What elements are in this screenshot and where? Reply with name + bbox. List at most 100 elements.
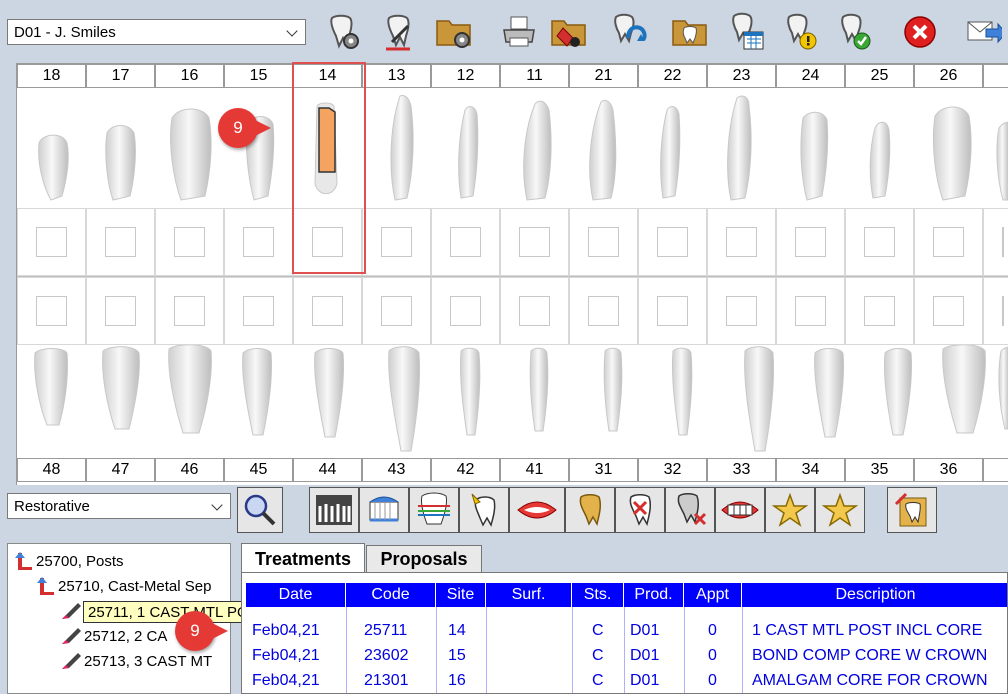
send-icon[interactable] — [960, 10, 1004, 54]
tooth-number-47[interactable]: 47 — [86, 458, 155, 482]
doctor-select[interactable]: D01 - J. Smiles — [7, 19, 306, 45]
column-header-site[interactable]: Site — [436, 583, 486, 607]
surface-cell[interactable] — [86, 277, 155, 345]
tooth-number-35[interactable]: 35 — [845, 458, 914, 482]
column-header-surf[interactable]: Surf. — [486, 583, 572, 607]
printer-icon[interactable] — [497, 10, 541, 54]
tree-item-25712[interactable]: 25712, 2 CA — [60, 625, 167, 647]
tooth-number-17[interactable]: 17 — [86, 64, 155, 88]
tooth-number-18[interactable]: 18 — [17, 64, 86, 88]
implant-button[interactable] — [459, 487, 509, 533]
tooth-number-34[interactable]: 34 — [776, 458, 845, 482]
surface-cell[interactable] — [500, 208, 569, 276]
column-header-appt[interactable]: Appt — [684, 583, 742, 607]
surface-cell[interactable] — [431, 277, 500, 345]
tooth-number-45[interactable]: 45 — [224, 458, 293, 482]
surface-cell[interactable] — [362, 208, 431, 276]
extraction-button[interactable] — [615, 487, 665, 533]
tooth-number-24[interactable]: 24 — [776, 64, 845, 88]
surface-cell[interactable] — [707, 208, 776, 276]
tooth-number-13[interactable]: 13 — [362, 64, 431, 88]
surface-cell[interactable] — [569, 277, 638, 345]
surface-cell[interactable] — [224, 208, 293, 276]
tooth-refresh-icon[interactable] — [605, 10, 649, 54]
tooth-warning-icon[interactable] — [778, 10, 822, 54]
column-header-description[interactable]: Description — [742, 583, 1007, 607]
chevron-down-icon[interactable] — [212, 499, 224, 511]
tooth-number-43[interactable]: 43 — [362, 458, 431, 482]
denture-button[interactable] — [359, 487, 409, 533]
tooth-number-41[interactable]: 41 — [500, 458, 569, 482]
column-header-prod[interactable]: Prod. — [624, 583, 684, 607]
tooth-number-25[interactable]: 25 — [845, 64, 914, 88]
surface-cell[interactable] — [776, 277, 845, 345]
surface-cell[interactable] — [17, 277, 86, 345]
surface-cell[interactable] — [569, 208, 638, 276]
tooth-number-21[interactable]: 21 — [569, 64, 638, 88]
tree-item-25711[interactable] — [60, 600, 84, 622]
folder-tooth-icon[interactable] — [668, 10, 712, 54]
tooth-number-11[interactable]: 11 — [500, 64, 569, 88]
tooth-number-26[interactable]: 26 — [914, 64, 983, 88]
ortho-button[interactable] — [409, 487, 459, 533]
tooth-number-12[interactable]: 12 — [431, 64, 500, 88]
tooth-note-button[interactable] — [887, 487, 937, 533]
tooth-number-44[interactable]: 44 — [293, 458, 362, 482]
surface-cell[interactable] — [638, 277, 707, 345]
tooth-number-15[interactable]: 15 — [224, 64, 293, 88]
surface-cell[interactable] — [983, 208, 1008, 276]
bridge-button[interactable] — [715, 487, 765, 533]
crown-button[interactable] — [565, 487, 615, 533]
tooth-check-icon[interactable] — [832, 10, 876, 54]
surface-cell[interactable] — [17, 208, 86, 276]
tooth-number-36[interactable]: 36 — [914, 458, 983, 482]
favorite-1-button[interactable] — [765, 487, 815, 533]
category-select[interactable]: Restorative — [7, 493, 231, 519]
surface-cell[interactable] — [638, 208, 707, 276]
tooth-number-46[interactable]: 46 — [155, 458, 224, 482]
chevron-down-icon[interactable] — [287, 25, 299, 37]
search-button[interactable] — [237, 487, 283, 533]
surface-cell[interactable] — [707, 277, 776, 345]
calendar-tooth-icon[interactable] — [724, 10, 768, 54]
surface-cell[interactable] — [776, 208, 845, 276]
tree-item-cast-metal[interactable]: 25710, Cast-Metal Sep — [36, 575, 211, 597]
tooth-number-48[interactable]: 48 — [17, 458, 86, 482]
column-header-date[interactable]: Date — [246, 583, 346, 607]
surface-cell[interactable] — [155, 277, 224, 345]
tab-proposals[interactable]: Proposals — [366, 545, 482, 573]
surface-cell[interactable] — [845, 208, 914, 276]
surface-cell[interactable] — [362, 277, 431, 345]
tooth-number-23[interactable]: 23 — [707, 64, 776, 88]
tab-treatments[interactable]: Treatments — [241, 543, 365, 574]
favorite-2-button[interactable] — [815, 487, 865, 533]
tooth-number-31[interactable]: 31 — [569, 458, 638, 482]
surface-cell[interactable] — [224, 277, 293, 345]
close-icon[interactable] — [898, 10, 942, 54]
lips-button[interactable] — [509, 487, 565, 533]
tooth-number-33[interactable]: 33 — [707, 458, 776, 482]
tooth-edit-icon[interactable] — [376, 10, 420, 54]
tree-item-posts[interactable]: 25700, Posts — [14, 550, 124, 572]
surface-cell[interactable] — [431, 208, 500, 276]
tooth-gear-icon[interactable] — [320, 10, 364, 54]
surface-cell[interactable] — [293, 277, 362, 345]
tooth-number-22[interactable]: 22 — [638, 64, 707, 88]
tooth-number-32[interactable]: 32 — [638, 458, 707, 482]
missing-tooth-button[interactable] — [665, 487, 715, 533]
folder-gear-icon[interactable] — [432, 10, 476, 54]
tree-item-25713[interactable]: 25713, 3 CAST MT — [60, 650, 212, 672]
surface-cell[interactable] — [914, 208, 983, 276]
surface-cell[interactable] — [155, 208, 224, 276]
surface-cell[interactable] — [914, 277, 983, 345]
folder-search-icon[interactable] — [547, 10, 591, 54]
tooth-number-42[interactable]: 42 — [431, 458, 500, 482]
column-header-sts[interactable]: Sts. — [572, 583, 624, 607]
surface-cell[interactable] — [500, 277, 569, 345]
surface-cell[interactable] — [845, 277, 914, 345]
tooth-number-16[interactable]: 16 — [155, 64, 224, 88]
surface-cell[interactable] — [86, 208, 155, 276]
full-mouth-xray-button[interactable] — [309, 487, 359, 533]
surface-cell[interactable] — [983, 277, 1008, 345]
column-header-code[interactable]: Code — [346, 583, 436, 607]
